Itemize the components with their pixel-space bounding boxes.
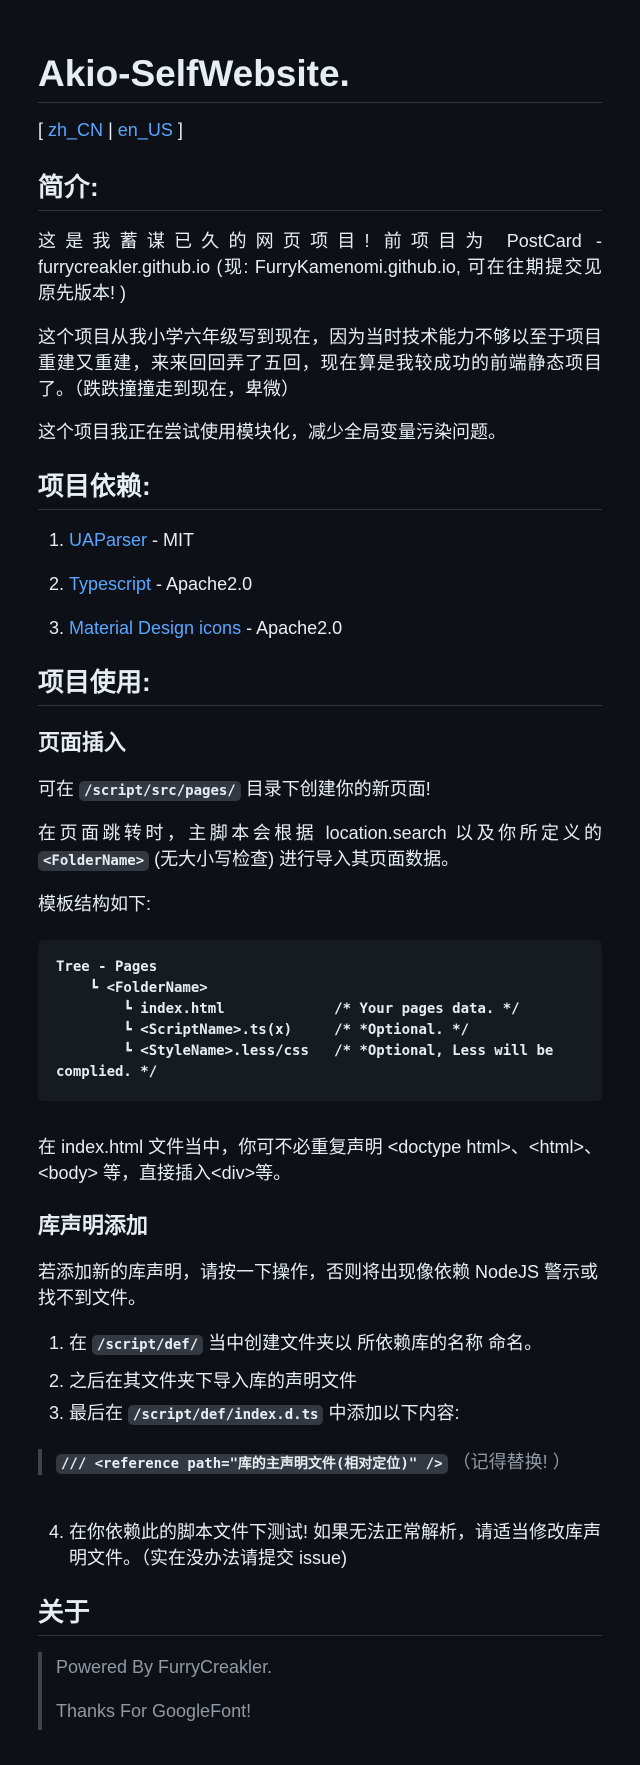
library-steps-list-continued: 在你依赖此的脚本文件下测试! 如果无法正常解析，请适当修改库声明文件。（实在没办… bbox=[38, 1519, 602, 1571]
dependency-link[interactable]: Typescript bbox=[69, 574, 151, 594]
intro-paragraph-2: 这个项目从我小学六年级写到现在，因为当时技术能力不够以至于项目重建又重建，来来回… bbox=[38, 327, 602, 400]
intro-heading: 简介: bbox=[38, 171, 602, 211]
library-heading: 库声明添加 bbox=[38, 1213, 149, 1238]
inline-code: /script/src/pages/ bbox=[79, 781, 241, 801]
dependencies-list: UAParser - MIT Typescript - Apache2.0 Ma… bbox=[38, 527, 602, 641]
text: 最后在 bbox=[69, 1403, 129, 1424]
text: 之后在其文件夹下导入库的声明文件 bbox=[69, 1371, 357, 1392]
usage-paragraph-4: 在 index.html 文件当中，你可不必重复声明 <doctype html… bbox=[38, 1137, 602, 1184]
page-title: Akio-SelfWebsite. bbox=[38, 0, 602, 104]
text: 目录下创建你的新页面! bbox=[240, 779, 431, 799]
list-item: 最后在 /script/def/index.d.ts 中添加以下内容: bbox=[69, 1400, 602, 1426]
dependencies-heading: 项目依赖: bbox=[38, 470, 602, 510]
dependency-license: - Apache2.0 bbox=[241, 618, 343, 639]
lang-separator: | bbox=[108, 120, 113, 140]
library-steps-list: 在 /script/def/ 当中创建文件夹以 所依赖库的名称 命名。 之后在其… bbox=[38, 1330, 602, 1426]
list-item: 在 /script/def/ 当中创建文件夹以 所依赖库的名称 命名。 bbox=[69, 1330, 602, 1356]
about-quote: Powered By FurryCreakler. Thanks For Goo… bbox=[38, 1652, 602, 1731]
text: 在你依赖此的脚本文件下测试! 如果无法正常解析，请适当修改库声明文件。（实在没办… bbox=[69, 1522, 601, 1569]
lang-link-zh[interactable]: zh_CN bbox=[48, 120, 103, 140]
about-line-2: Thanks For GoogleFont! bbox=[56, 1701, 252, 1722]
reference-quote: /// <reference path="库的主声明文件(相对定位)" /> （… bbox=[38, 1449, 602, 1476]
intro-paragraph-1: 这是我蓄谋已久的网页项目! 前项目为 PostCard - furrycreak… bbox=[38, 231, 602, 304]
inline-code: /script/def/index.d.ts bbox=[128, 1405, 324, 1426]
text: （记得替换! ） bbox=[447, 1452, 571, 1472]
list-item: 之后在其文件夹下导入库的声明文件 bbox=[69, 1368, 602, 1394]
lang-bracket-close: ] bbox=[177, 120, 183, 140]
list-item: 在你依赖此的脚本文件下测试! 如果无法正常解析，请适当修改库声明文件。（实在没办… bbox=[69, 1519, 602, 1571]
text: 当中创建文件夹以 所依赖库的名称 命名。 bbox=[203, 1333, 543, 1353]
usage-heading: 项目使用: bbox=[38, 666, 602, 706]
about-line-1: Powered By FurryCreakler. bbox=[56, 1657, 273, 1677]
text: 中添加以下内容: bbox=[323, 1403, 460, 1424]
library-paragraph: 若添加新的库声明，请按一下操作，否则将出现像依赖 NodeJS 警示或找不到文件… bbox=[38, 1262, 599, 1309]
dependency-link[interactable]: UAParser bbox=[69, 530, 147, 550]
usage-paragraph-3: 模板结构如下: bbox=[38, 894, 152, 914]
lang-link-en[interactable]: en_US bbox=[118, 120, 173, 140]
text: 在 bbox=[69, 1333, 93, 1353]
intro-paragraph-3: 这个项目我正在尝试使用模块化，减少全局变量污染问题。 bbox=[38, 422, 506, 442]
page-insert-heading: 页面插入 bbox=[38, 730, 127, 755]
list-item: Typescript - Apache2.0 bbox=[69, 571, 602, 597]
dependency-link[interactable]: Material Design icons bbox=[69, 618, 241, 638]
text: (无大小写检查) 进行导入其页面数据。 bbox=[149, 849, 460, 870]
template-code-block: Tree - Pages ┗ <FolderName> ┗ index.html… bbox=[38, 940, 602, 1101]
dependency-license: - MIT bbox=[147, 530, 195, 550]
text: 在页面跳转时，主脚本会根据 location.search 以及你所定义的 bbox=[38, 823, 602, 843]
lang-bracket-open: [ bbox=[38, 120, 44, 140]
usage-paragraph-1: 可在 /script/src/pages/ 目录下创建你的新页面! bbox=[38, 776, 602, 802]
language-switch: [ zh_CN | en_US ] bbox=[38, 117, 602, 143]
inline-code: /// <reference path="库的主声明文件(相对定位)" /> bbox=[56, 1454, 448, 1474]
inline-code: /script/def/ bbox=[92, 1335, 204, 1355]
inline-code: <FolderName> bbox=[38, 851, 150, 872]
list-item: UAParser - MIT bbox=[69, 527, 602, 553]
text: 可在 bbox=[38, 779, 80, 799]
list-item: Material Design icons - Apache2.0 bbox=[69, 615, 602, 641]
usage-paragraph-2: 在页面跳转时，主脚本会根据 location.search 以及你所定义的 <F… bbox=[38, 820, 602, 872]
about-heading: 关于 bbox=[38, 1596, 602, 1636]
dependency-license: - Apache2.0 bbox=[151, 574, 253, 595]
